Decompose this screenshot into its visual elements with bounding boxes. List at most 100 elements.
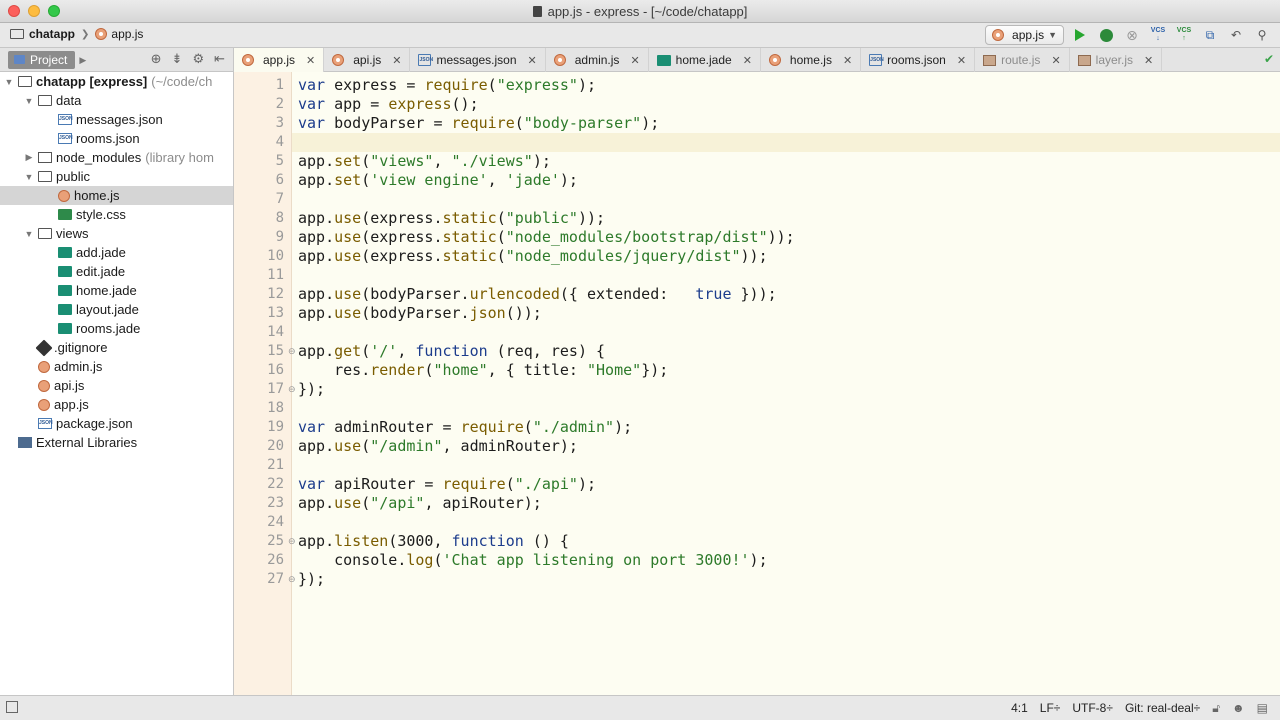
code-line[interactable]: ​ <box>298 399 1270 418</box>
code-line[interactable]: ​ <box>298 190 1270 209</box>
search-everywhere-button[interactable]: ⚲ <box>1252 25 1272 45</box>
tree-item[interactable]: api.js <box>0 376 233 395</box>
code-line[interactable]: var app = express(); <box>298 95 1270 114</box>
code-line[interactable]: app.use("/api", apiRouter); <box>298 494 1270 513</box>
scroll-from-source-icon[interactable]: ⊕ <box>151 51 162 67</box>
tree-item[interactable]: rooms.jade <box>0 319 233 338</box>
expanded-arrow-icon[interactable]: ▼ <box>24 172 34 182</box>
code-line[interactable]: app.listen(3000, function () { <box>298 532 1270 551</box>
tab-home-jade[interactable]: home.jade ✕ <box>649 48 761 72</box>
code-line[interactable]: app.set('view engine', 'jade'); <box>298 171 1270 190</box>
tree-item[interactable]: JSON messages.json <box>0 110 233 129</box>
close-tab-icon[interactable]: ✕ <box>528 54 537 67</box>
tree-item[interactable]: home.js <box>0 186 233 205</box>
tree-item[interactable]: ▼ data <box>0 91 233 110</box>
git-branch[interactable]: Git: real-deal÷ <box>1125 701 1200 716</box>
collapsed-arrow-icon[interactable]: ▶ <box>24 152 34 163</box>
close-tab-icon[interactable]: ✕ <box>392 54 401 67</box>
tab-app-js[interactable]: app.js ✕ <box>234 48 325 72</box>
code-area[interactable]: var express = require("express"); var app… <box>298 76 1270 589</box>
code-line[interactable]: var apiRouter = require("./api"); <box>298 475 1270 494</box>
code-line[interactable]: app.use("/admin", adminRouter); <box>298 437 1270 456</box>
tree-item[interactable]: app.js <box>0 395 233 414</box>
compare-button[interactable]: ⧉ <box>1200 25 1220 45</box>
code-line[interactable]: var adminRouter = require("./admin"); <box>298 418 1270 437</box>
revert-button[interactable]: ↶ <box>1226 25 1246 45</box>
collapse-all-icon[interactable]: ⇟ <box>172 51 183 67</box>
code-line[interactable]: var express = require("express"); <box>298 76 1270 95</box>
tree-item[interactable]: JSON package.json <box>0 414 233 433</box>
code-line[interactable]: res.render("home", { title: "Home"}); <box>298 361 1270 380</box>
close-tab-icon[interactable]: ✕ <box>630 54 639 67</box>
lock-icon[interactable]: 🔓︎ <box>1212 701 1220 716</box>
tab-home-js[interactable]: home.js ✕ <box>761 48 862 72</box>
tree-item[interactable]: add.jade <box>0 243 233 262</box>
code-line[interactable]: var bodyParser = require("body-parser"); <box>298 114 1270 133</box>
code-line[interactable]: }); <box>298 570 1270 589</box>
run-button[interactable] <box>1070 25 1090 45</box>
breadcrumb-project[interactable]: chatapp <box>29 27 75 41</box>
tool-windows-toggle-icon[interactable] <box>6 701 18 713</box>
tree-item[interactable]: JSON rooms.json <box>0 129 233 148</box>
tree-item[interactable]: .gitignore <box>0 338 233 357</box>
tree-item[interactable]: layout.jade <box>0 300 233 319</box>
vcs-commit-button[interactable]: VCS ↑ <box>1174 25 1194 45</box>
code-line[interactable]: ​ <box>298 513 1270 532</box>
breadcrumb-file[interactable]: app.js <box>111 27 143 41</box>
tree-item[interactable]: edit.jade <box>0 262 233 281</box>
line-separator[interactable]: LF÷ <box>1040 701 1061 716</box>
tab-layer-js[interactable]: layer.js ✕ <box>1070 48 1163 72</box>
code-line[interactable]: app.use(express.static("public")); <box>298 209 1270 228</box>
code-editor[interactable]: 1 2 3 4 5 6 7 8 9 10 11 12 13 14 15 ⊖ 16 17 ⊖ 18 19 20 21 22 23 2… <box>234 72 1280 695</box>
tree-item[interactable]: External Libraries <box>0 433 233 452</box>
fold-marker-icon[interactable]: ⊖ <box>288 380 296 399</box>
expanded-arrow-icon[interactable]: ▼ <box>24 229 34 239</box>
code-line[interactable]: app.use(express.static("node_modules/boo… <box>298 228 1270 247</box>
code-line[interactable]: app.use(bodyParser.json()); <box>298 304 1270 323</box>
inspector-icon[interactable]: ☻ <box>1232 701 1245 716</box>
tree-item[interactable]: ▶ node_modules (library hom <box>0 148 233 167</box>
code-line[interactable]: app.use(bodyParser.urlencoded({ extended… <box>298 285 1270 304</box>
project-view-selector[interactable]: Project <box>8 51 76 69</box>
fold-marker-icon[interactable]: ⊖ <box>288 570 296 589</box>
code-line[interactable]: ​ <box>298 133 1270 152</box>
code-line[interactable]: ​ <box>298 323 1270 342</box>
tree-item[interactable]: home.jade <box>0 281 233 300</box>
code-line[interactable]: ​ <box>298 266 1270 285</box>
tab-route-js[interactable]: route.js ✕ <box>975 48 1070 72</box>
caret-position[interactable]: 4:1 <box>1011 701 1028 716</box>
tab-api-js[interactable]: api.js ✕ <box>324 48 411 72</box>
gear-icon[interactable]: ⚙ <box>192 51 204 67</box>
close-tab-icon[interactable]: ✕ <box>1051 54 1060 67</box>
code-line[interactable]: console.log('Chat app listening on port … <box>298 551 1270 570</box>
tree-item[interactable]: style.css <box>0 205 233 224</box>
close-tab-icon[interactable]: ✕ <box>843 54 852 67</box>
hide-panel-icon[interactable]: ⇤ <box>214 51 225 67</box>
code-line[interactable]: }); <box>298 380 1270 399</box>
fold-marker-icon[interactable]: ⊖ <box>288 342 296 361</box>
close-tab-icon[interactable]: ✕ <box>743 54 752 67</box>
coverage-button[interactable]: ⊗ <box>1122 25 1142 45</box>
tab-admin-js[interactable]: admin.js ✕ <box>546 48 649 72</box>
expanded-arrow-icon[interactable]: ▼ <box>24 96 34 106</box>
tree-item[interactable]: admin.js <box>0 357 233 376</box>
close-tab-icon[interactable]: ✕ <box>1144 54 1153 67</box>
tab-messages-json[interactable]: JSON messages.json ✕ <box>410 48 546 72</box>
code-line[interactable]: app.use(express.static("node_modules/jqu… <box>298 247 1270 266</box>
vcs-update-button[interactable]: VCS ↓ <box>1148 25 1168 45</box>
code-line[interactable]: app.get('/', function (req, res) { <box>298 342 1270 361</box>
close-tab-icon[interactable]: ✕ <box>306 54 315 67</box>
code-line[interactable]: ​ <box>298 456 1270 475</box>
fold-marker-icon[interactable]: ⊖ <box>288 532 296 551</box>
tree-item[interactable]: ▼ public <box>0 167 233 186</box>
tab-rooms-json[interactable]: JSON rooms.json ✕ <box>861 48 976 72</box>
file-encoding[interactable]: UTF-8÷ <box>1072 701 1113 716</box>
tree-item[interactable]: ▼ views <box>0 224 233 243</box>
expanded-arrow-icon[interactable]: ▼ <box>4 77 14 87</box>
tree-item[interactable]: ▼ chatapp [express] (~/code/ch <box>0 72 233 91</box>
close-tab-icon[interactable]: ✕ <box>957 54 966 67</box>
event-log-icon[interactable]: ▤ <box>1257 701 1268 716</box>
code-line[interactable]: app.set("views", "./views"); <box>298 152 1270 171</box>
run-configuration-select[interactable]: app.js ▼ <box>985 25 1064 45</box>
debug-button[interactable] <box>1096 25 1116 45</box>
